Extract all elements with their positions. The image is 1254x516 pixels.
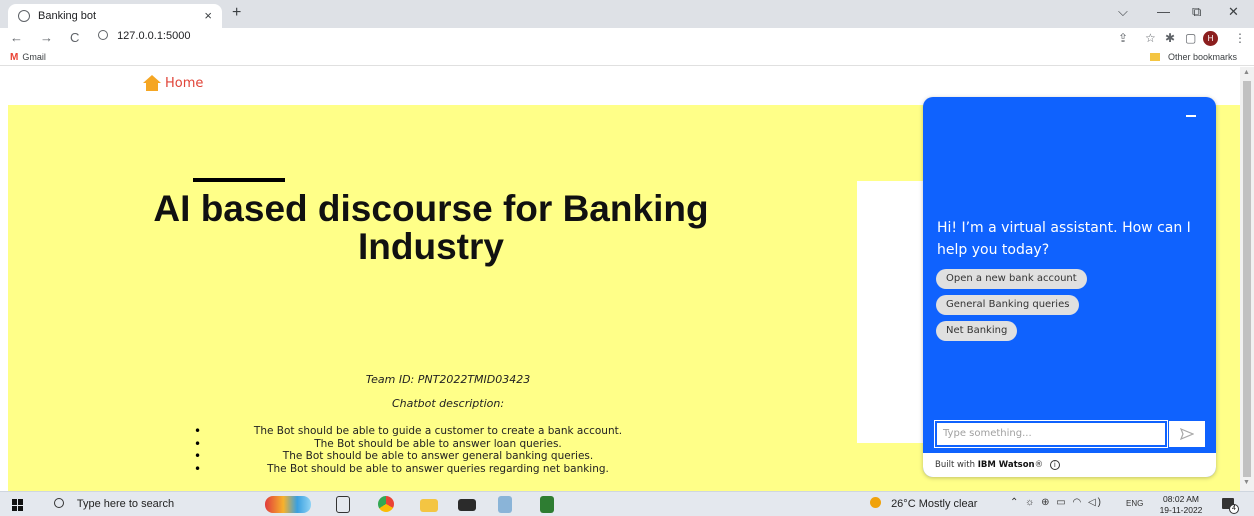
home-link[interactable]: Home	[143, 75, 203, 91]
registered-mark: ®	[1034, 460, 1044, 470]
chat-greeting: Hi! I’m a virtual assistant. How can I h…	[937, 220, 1191, 258]
chat-message-input[interactable]: Type something...	[934, 420, 1168, 448]
watson-brand: IBM Watson	[977, 460, 1035, 470]
send-button[interactable]	[1169, 421, 1205, 447]
gmail-icon: M	[10, 52, 19, 63]
option-open-account[interactable]: Open a new bank account	[936, 269, 1087, 289]
editor-icon[interactable]	[540, 496, 554, 513]
app-icon[interactable]	[498, 496, 512, 513]
chrome-icon[interactable]	[378, 496, 394, 512]
list-item: The Bot should be able to guide a custom…	[188, 425, 668, 438]
list-item: The Bot should be able to answer queries…	[188, 463, 668, 476]
scroll-down-icon[interactable]: ▼	[1243, 479, 1250, 486]
windows-taskbar: Type here to search 26°C Mostly clear ⌃ …	[0, 491, 1254, 516]
file-explorer-icon[interactable]	[420, 499, 438, 512]
list-item: The Bot should be able to answer loan qu…	[188, 438, 668, 451]
close-window-button[interactable]: ✕	[1228, 4, 1239, 20]
description-list: The Bot should be able to guide a custom…	[188, 425, 668, 475]
weather-text: 26°C Mostly clear	[891, 498, 978, 510]
profile-avatar[interactable]: H	[1203, 31, 1218, 46]
chatbot-description-heading: Chatbot description:	[391, 397, 505, 410]
option-general-banking[interactable]: General Banking queries	[936, 295, 1080, 315]
forward-button[interactable]: →	[40, 30, 53, 45]
send-icon	[1180, 428, 1194, 440]
taskbar-search[interactable]: Type here to search	[44, 495, 234, 514]
task-view-icon[interactable]	[336, 496, 350, 513]
list-item: The Bot should be able to answer general…	[188, 450, 668, 463]
address-bar[interactable]: 127.0.0.1:5000	[98, 30, 190, 42]
chat-input-area: Type something...	[923, 417, 1216, 453]
reload-button[interactable]: C	[70, 30, 79, 45]
globe-icon	[18, 10, 30, 22]
page-title: AI based discourse for Banking Industry	[153, 188, 709, 267]
restore-button[interactable]: ⧉	[1192, 4, 1201, 20]
taskbar-clock[interactable]: 08:02 AM 19-11-2022	[1156, 494, 1206, 516]
site-info-icon[interactable]	[98, 30, 108, 40]
page-scrollbar[interactable]: ▲ ▼	[1240, 67, 1254, 491]
home-icon	[143, 75, 161, 91]
chat-footer: Built with IBM Watson® i	[923, 453, 1216, 477]
minimize-button[interactable]: —	[1157, 4, 1170, 19]
mail-icon[interactable]	[458, 499, 476, 511]
bookmark-other-label: Other bookmarks	[1168, 52, 1238, 62]
system-tray-icons[interactable]: ⌃ ☼ ⊕ ▭ ◠ ◁)	[1010, 497, 1103, 508]
taskbar-search-placeholder: Type here to search	[76, 498, 175, 510]
scrollbar-thumb[interactable]	[1243, 81, 1251, 477]
info-icon[interactable]: i	[1049, 460, 1060, 470]
folder-icon	[1150, 53, 1160, 61]
scroll-up-icon[interactable]: ▲	[1243, 69, 1250, 76]
bookmark-gmail[interactable]: M Gmail	[10, 52, 46, 63]
news-widget-icon[interactable]	[265, 496, 311, 513]
windows-start-icon[interactable]	[12, 499, 24, 511]
weather-icon	[870, 497, 881, 508]
sidebar-icon[interactable]: ▢	[1185, 31, 1196, 45]
weather-widget[interactable]: 26°C Mostly clear	[870, 497, 977, 510]
extensions-icon[interactable]: ✱	[1165, 31, 1175, 45]
tab-search-button[interactable]: ⌵	[1118, 4, 1128, 20]
browser-tab[interactable]: Banking bot ×	[8, 4, 222, 28]
share-icon[interactable]: ⇪	[1118, 31, 1128, 45]
tab-close-button[interactable]: ×	[204, 8, 212, 23]
chat-widget: Hi! I’m a virtual assistant. How can I h…	[923, 97, 1216, 477]
language-indicator[interactable]: ENG	[1126, 499, 1143, 508]
built-with-label: Built with	[935, 460, 976, 470]
star-icon[interactable]: ☆	[1145, 31, 1156, 45]
search-icon	[54, 498, 64, 508]
minimize-chat-button[interactable]	[1186, 115, 1196, 117]
title-accent-bar	[193, 178, 285, 182]
browser-toolbar: ← → C 127.0.0.1:5000 ⇪ ☆ ✱ ▢ H ⋮	[0, 28, 1254, 50]
bookmark-gmail-label: Gmail	[22, 52, 46, 62]
browser-tab-strip: Banking bot × + ⌵ — ⧉ ✕	[0, 0, 1254, 28]
clock-date: 19-11-2022	[1159, 505, 1203, 515]
new-tab-button[interactable]: +	[232, 4, 241, 22]
notification-badge: 4	[1229, 504, 1239, 514]
bookmarks-bar: M Gmail Other bookmarks	[0, 50, 1254, 66]
tab-title: Banking bot	[38, 10, 97, 22]
bookmark-other[interactable]: Other bookmarks	[1150, 52, 1237, 62]
chat-input-placeholder: Type something...	[943, 428, 1032, 439]
option-net-banking[interactable]: Net Banking	[936, 321, 1018, 341]
content-panel	[857, 181, 927, 443]
team-id: Team ID: PNT2022TMID03423	[365, 373, 531, 386]
menu-icon[interactable]: ⋮	[1234, 31, 1246, 45]
url-text: 127.0.0.1:5000	[117, 30, 191, 42]
back-button[interactable]: ←	[10, 30, 23, 45]
clock-time: 08:02 AM	[1163, 494, 1199, 504]
home-link-label: Home	[165, 75, 204, 91]
